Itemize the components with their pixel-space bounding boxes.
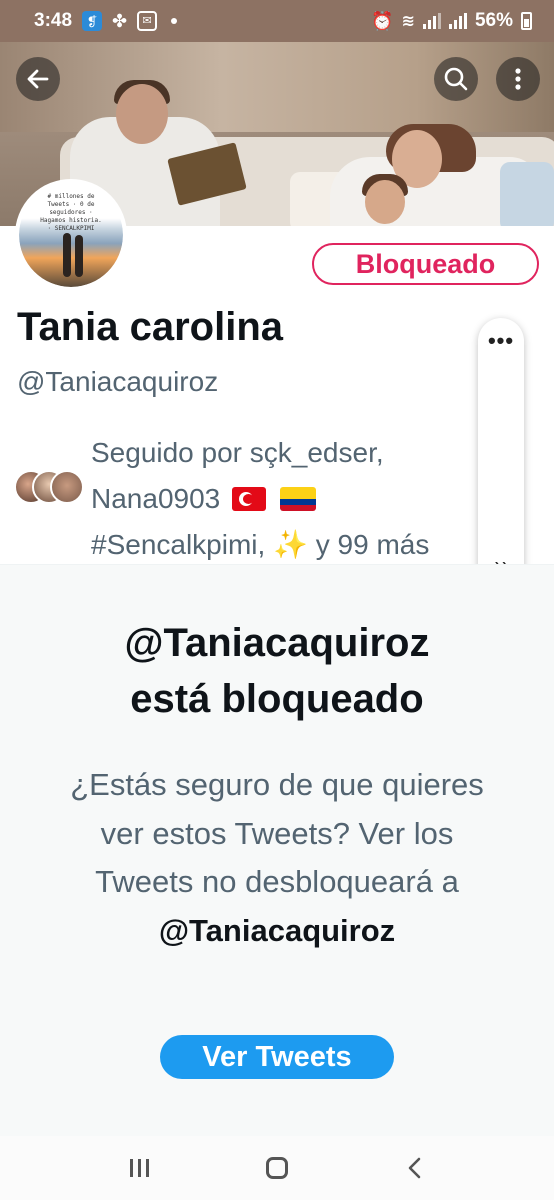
followed-by-text[interactable]: Seguido por sçk_edser, Nana0903 #Sencalk… (91, 430, 491, 568)
followed-by-line-3: #Sencalkpimi, ✨ y 99 más (91, 522, 491, 568)
banner-pillow-blue (500, 162, 554, 226)
chevron-left-icon (408, 1157, 421, 1179)
system-nav-bar (0, 1136, 554, 1200)
status-left: 3:48 ❡ ✤ ✉ (34, 10, 178, 32)
turkey-flag-icon (232, 487, 267, 511)
sparkles-icon: ✨ (273, 529, 308, 560)
blocked-title-status: está bloqueado (130, 677, 424, 721)
alarm-icon: ⏰ (371, 10, 394, 31)
battery-percent: 56% (474, 10, 513, 31)
display-name: Tania carolina (17, 305, 284, 349)
banner-kid-head (365, 180, 405, 224)
more-notifications-dot-icon (171, 18, 178, 24)
recents-icon (129, 1159, 149, 1177)
blocked-description-text: ¿Estás seguro de que quieres ver estos T… (70, 767, 484, 899)
status-bar: 3:48 ❡ ✤ ✉ ⏰ ≋ 56% (0, 0, 554, 42)
followed-by-line-2: Nana0903 (91, 476, 491, 522)
view-tweets-button[interactable]: Ver Tweets (160, 1035, 394, 1079)
more-options-button[interactable] (496, 57, 540, 101)
followers-avatars[interactable] (14, 470, 86, 506)
back-button[interactable] (16, 57, 60, 101)
banner-man-head (116, 84, 168, 144)
signal-1-icon (422, 13, 441, 29)
blocked-button[interactable]: Bloqueado (312, 243, 539, 285)
blocked-description: ¿Estás seguro de que quieres ver estos T… (60, 761, 494, 955)
profile-handle: @Taniacaquiroz (17, 366, 219, 397)
avatar-caption: # millones de Tweets · 0 de seguidores ·… (40, 193, 102, 232)
followed-by-more: y 99 más (315, 529, 430, 560)
follower-name-sencalkpimi: #Sencalkpimi, (91, 529, 266, 560)
blocked-description-handle: @Taniacaquiroz (158, 912, 396, 948)
avatar-figure-1 (63, 233, 71, 277)
search-button[interactable] (434, 57, 478, 101)
pinwheel-icon: ✤ (112, 10, 128, 31)
floating-side-panel[interactable]: ••• ♪)) (478, 318, 524, 600)
follower-avatar-3 (50, 470, 84, 504)
avatar-figure-2 (75, 235, 83, 277)
signal-2-icon (448, 13, 467, 29)
search-icon (444, 67, 468, 91)
arrow-left-icon (27, 69, 49, 89)
followed-by-line-1: Seguido por sçk_edser, (91, 437, 384, 468)
blocked-title: @Taniacaquiroz está bloqueado (0, 615, 554, 727)
mail-icon: ✉ (137, 11, 158, 31)
more-vertical-icon (515, 68, 521, 90)
app-notification-icon: ❡ (82, 11, 103, 31)
colombia-flag-icon (279, 487, 316, 511)
profile-avatar[interactable]: # millones de Tweets · 0 de seguidores ·… (15, 179, 127, 291)
home-icon (266, 1157, 288, 1179)
wifi-icon: ≋ (401, 13, 415, 30)
system-back-button[interactable] (393, 1146, 437, 1190)
status-right: ⏰ ≋ 56% (371, 10, 532, 32)
follower-name-nana: Nana0903 (91, 483, 221, 514)
battery-icon (521, 12, 532, 30)
recents-button[interactable] (117, 1146, 161, 1190)
side-panel-more-icon[interactable]: ••• (478, 328, 524, 354)
blocked-notice: @Taniacaquiroz está bloqueado ¿Estás seg… (0, 564, 554, 1136)
blocked-title-handle: @Taniacaquiroz (124, 621, 430, 665)
status-time: 3:48 (34, 10, 73, 31)
home-button[interactable] (255, 1146, 299, 1190)
